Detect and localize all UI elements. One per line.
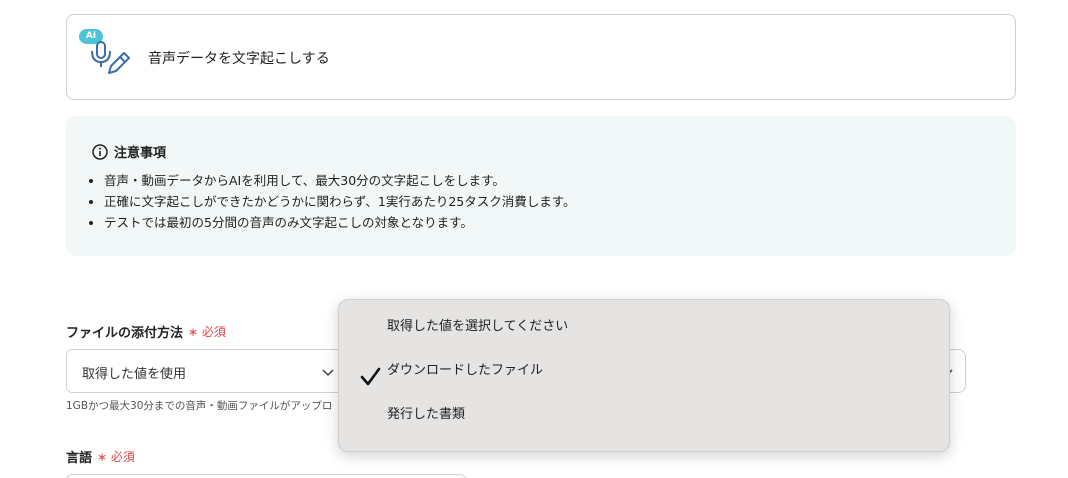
attach-method-hint: 1GBかつ最大30分までの音声・動画ファイルがアップロ (66, 400, 333, 412)
dropdown-option[interactable]: 発行した書類 (387, 403, 465, 422)
asterisk-icon: ∗ (188, 325, 199, 339)
notice-item: テストでは最初の5分間の音声のみ文字起こしの対象となります。 (104, 212, 576, 233)
attach-method-select[interactable]: 取得した値を使用 (66, 349, 346, 393)
attach-method-label: ファイルの添付方法 ∗ 必須 (66, 322, 226, 341)
file-dropdown-menu: 取得した値を選択してください ダウンロードしたファイル 発行した書類 (338, 299, 950, 452)
info-icon (92, 143, 108, 160)
dropdown-option[interactable]: 取得した値を選択してください (387, 315, 568, 334)
notice-panel: 注意事項 音声・動画データからAIを利用して、最大30分の文字起こしをします。 … (66, 116, 1016, 256)
notice-item: 音声・動画データからAIを利用して、最大30分の文字起こしをします。 (104, 170, 576, 191)
ai-transcribe-icon: AI (79, 27, 131, 77)
attach-method-label-text: ファイルの添付方法 (66, 326, 184, 341)
language-label-text: 言語 (66, 451, 93, 466)
dropdown-option-selected[interactable]: ダウンロードしたファイル (387, 359, 543, 378)
asterisk-icon: ∗ (97, 450, 108, 464)
attach-method-value: 取得した値を使用 (82, 367, 187, 382)
required-badge: ∗ 必須 (97, 450, 135, 464)
notice-item: 正確に文字起こしができたかどうかに関わらず、1実行あたり25タスク消費します。 (104, 191, 576, 212)
action-title: 音声データを文字起こしする (148, 51, 330, 67)
notice-list: 音声・動画データからAIを利用して、最大30分の文字起こしをします。 正確に文字… (104, 170, 576, 233)
chevron-down-icon (322, 369, 334, 377)
page: AI 音声データを文字起こしする 注意事項 音声・動画データからAIを利用して、… (0, 0, 1068, 478)
required-badge: ∗ 必須 (188, 325, 226, 339)
action-card[interactable]: AI 音声データを文字起こしする (66, 14, 1016, 100)
language-select[interactable] (66, 474, 466, 478)
notice-title: 注意事項 (114, 146, 167, 161)
checkmark-icon (360, 367, 381, 386)
language-label: 言語 ∗ 必須 (66, 447, 135, 466)
notice-header: 注意事項 (92, 142, 166, 161)
